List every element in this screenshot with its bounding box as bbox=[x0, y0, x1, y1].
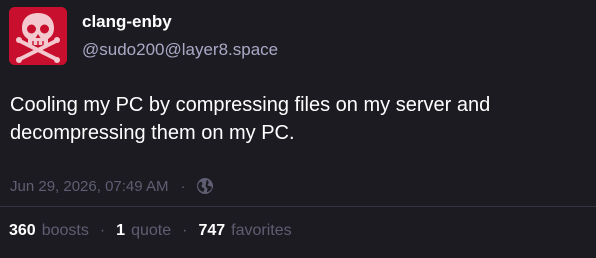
divider bbox=[0, 206, 596, 207]
author-names: clang-enby @sudo200@layer8.space bbox=[82, 11, 278, 61]
favorites-stat[interactable]: 747 favorites bbox=[198, 222, 291, 240]
avatar[interactable] bbox=[9, 7, 67, 65]
post-content: Cooling my PC by compressing files on my… bbox=[10, 94, 491, 144]
post-timestamp[interactable]: Jun 29, 2026, 07:49 AM bbox=[10, 178, 168, 195]
post-card: clang-enby @sudo200@layer8.space Cooling… bbox=[0, 0, 596, 258]
skull-and-crossbones-icon bbox=[9, 7, 67, 65]
display-name[interactable]: clang-enby bbox=[82, 11, 278, 33]
boosts-stat[interactable]: 360 boosts bbox=[9, 222, 89, 240]
quotes-label: quote bbox=[131, 222, 172, 239]
favorites-count: 747 bbox=[198, 222, 226, 239]
post-stats: 360 boosts · 1 quote · 747 favorites bbox=[9, 222, 292, 240]
stats-separator: · bbox=[99, 222, 106, 239]
favorites-label: favorites bbox=[231, 222, 292, 239]
post-meta: Jun 29, 2026, 07:49 AM · bbox=[10, 177, 214, 195]
post-header: clang-enby @sudo200@layer8.space bbox=[9, 7, 278, 65]
boosts-label: boosts bbox=[41, 222, 89, 239]
quotes-stat[interactable]: 1 quote bbox=[116, 222, 171, 240]
quotes-count: 1 bbox=[116, 222, 126, 239]
meta-separator: · bbox=[180, 177, 186, 195]
account-handle[interactable]: @sudo200@layer8.space bbox=[82, 39, 278, 61]
globe-icon bbox=[196, 177, 214, 195]
boosts-count: 360 bbox=[9, 222, 36, 239]
stats-separator: · bbox=[182, 222, 188, 239]
